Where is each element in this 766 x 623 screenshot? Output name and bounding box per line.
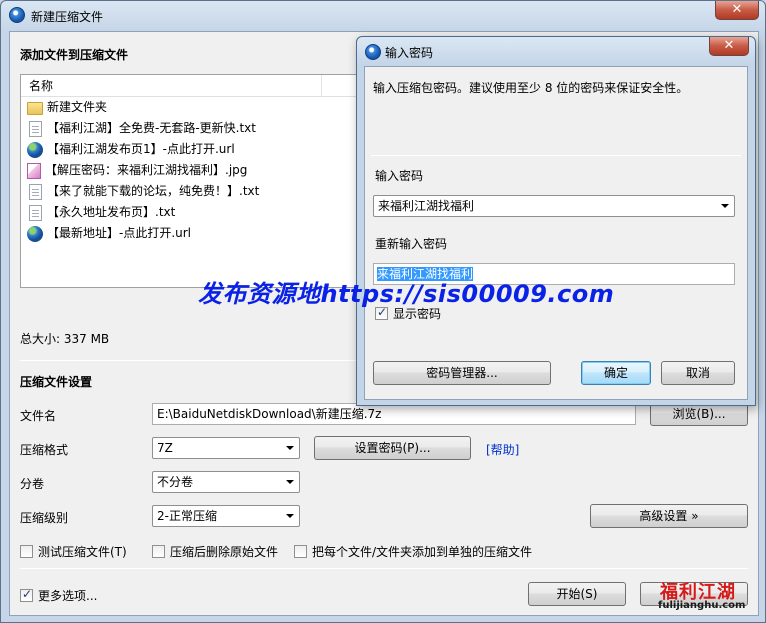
checkbox-label: 测试压缩文件(T) xyxy=(38,545,127,559)
file-name: 【福利江湖发布页1】-点此打开.url xyxy=(47,142,235,156)
more-options-checkbox[interactable]: 更多选项... xyxy=(20,587,97,604)
split-select[interactable]: 不分卷 xyxy=(152,471,300,493)
file-row[interactable]: 【福利江湖】全免费-无套路-更新快.txt xyxy=(21,118,365,139)
file-name: 新建文件夹 xyxy=(47,100,108,114)
divider xyxy=(371,155,741,156)
password-manager-button[interactable]: 密码管理器... xyxy=(373,361,551,385)
level-label: 压缩级别 xyxy=(20,511,69,525)
dialog-close-button[interactable]: ✕ xyxy=(709,37,749,56)
format-label: 压缩格式 xyxy=(20,443,69,457)
file-name: 【解压密码：来福利江湖找福利】.jpg xyxy=(45,163,248,177)
logo-url: fulijianghu.com xyxy=(658,600,746,611)
test-archive-checkbox[interactable]: 测试压缩文件(T) xyxy=(20,543,127,560)
file-row[interactable]: 【永久地址发布页】.txt xyxy=(21,202,365,223)
cancel-button[interactable]: 取消 xyxy=(661,361,735,385)
chevron-down-icon xyxy=(286,514,294,518)
level-select[interactable]: 2-正常压缩 xyxy=(152,505,300,527)
checkbox-box[interactable] xyxy=(20,545,33,558)
text-file-icon xyxy=(29,204,42,221)
file-row[interactable]: 【最新地址】-点此打开.url xyxy=(21,223,365,244)
column-name-header[interactable]: 名称 xyxy=(29,79,53,93)
brand-logo: 福利江湖 fulijianghu.com xyxy=(652,578,760,618)
separate-archives-checkbox[interactable]: 把每个文件/文件夹添加到单独的压缩文件 xyxy=(294,543,532,560)
checkbox-box[interactable] xyxy=(294,545,307,558)
globe-icon xyxy=(27,225,43,242)
folder-icon xyxy=(27,102,43,115)
filename-label: 文件名 xyxy=(20,409,57,423)
file-row[interactable]: 【福利江湖发布页1】-点此打开.url xyxy=(21,139,365,160)
checkbox-label: 更多选项... xyxy=(38,589,98,603)
file-row[interactable]: 新建文件夹 xyxy=(21,97,365,118)
advanced-settings-button[interactable]: 高级设置 » xyxy=(590,504,748,528)
file-list[interactable]: 名称 新建文件夹【福利江湖】全免费-无套路-更新快.txt 【福利江湖发布页1】-… xyxy=(20,74,366,288)
dialog-panel: 输入压缩包密码。建议使用至少 8 位的密码来保证安全性。 输入密码 来福利江湖找… xyxy=(364,66,748,400)
password-dialog: 输入密码 ✕ 输入压缩包密码。建议使用至少 8 位的密码来保证安全性。 输入密码… xyxy=(356,36,756,406)
chevron-down-icon xyxy=(286,480,294,484)
password-value: 来福利江湖找福利 xyxy=(378,199,475,213)
set-password-button[interactable]: 设置密码(P)... xyxy=(314,436,471,460)
password-label: 输入密码 xyxy=(375,169,424,183)
text-file-icon xyxy=(29,120,42,137)
list-header[interactable]: 名称 xyxy=(21,75,365,97)
divider xyxy=(20,568,748,569)
repeat-password-label: 重新输入密码 xyxy=(375,237,448,251)
file-name: 【永久地址发布页】.txt xyxy=(47,205,176,219)
total-size: 总大小: 337 MB xyxy=(20,332,110,346)
file-rows: 新建文件夹【福利江湖】全免费-无套路-更新快.txt 【福利江湖发布页1】-点此打… xyxy=(21,97,365,244)
checkbox-label: 把每个文件/文件夹添加到单独的压缩文件 xyxy=(312,545,533,559)
text-file-icon xyxy=(29,183,42,200)
split-value: 不分卷 xyxy=(157,475,194,489)
dialog-title-bar[interactable]: 输入密码 ✕ xyxy=(357,37,755,67)
image-file-icon xyxy=(27,162,41,179)
split-label: 分卷 xyxy=(20,477,45,491)
settings-title: 压缩文件设置 xyxy=(20,375,93,389)
file-name: 【最新地址】-点此打开.url xyxy=(47,226,192,240)
app-logo-icon xyxy=(365,44,381,60)
close-button[interactable]: ✕ xyxy=(715,1,759,20)
file-name: 【福利江湖】全免费-无套路-更新快.txt xyxy=(47,121,256,135)
password-hint: 输入压缩包密码。建议使用至少 8 位的密码来保证安全性。 xyxy=(373,81,689,95)
checkbox-box-checked[interactable] xyxy=(20,587,33,602)
start-button[interactable]: 开始(S) xyxy=(528,582,626,606)
window-title: 新建压缩文件 xyxy=(31,10,104,24)
chevron-down-icon xyxy=(721,204,729,208)
password-input[interactable]: 来福利江湖找福利 xyxy=(373,195,735,217)
dialog-title: 输入密码 xyxy=(385,46,434,60)
format-select[interactable]: 7Z xyxy=(152,437,300,459)
filename-input[interactable]: E:\BaiduNetdiskDownload\新建压缩.7z xyxy=(152,403,636,425)
add-files-title: 添加文件到压缩文件 xyxy=(20,48,129,62)
level-value: 2-正常压缩 xyxy=(157,509,217,523)
title-bar[interactable]: 新建压缩文件 ✕ xyxy=(1,1,765,31)
file-name: 【来了就能下载的论坛，纯免费！】.txt xyxy=(47,184,260,198)
ok-button[interactable]: 确定 xyxy=(581,361,651,385)
chevron-down-icon xyxy=(286,446,294,450)
column-separator[interactable] xyxy=(321,75,322,97)
app-logo-icon xyxy=(9,7,25,23)
format-value: 7Z xyxy=(157,441,173,455)
globe-icon xyxy=(27,141,43,158)
checkbox-label: 压缩后删除原始文件 xyxy=(170,545,279,559)
checkbox-box[interactable] xyxy=(152,545,165,558)
delete-after-checkbox[interactable]: 压缩后删除原始文件 xyxy=(152,543,278,560)
file-row[interactable]: 【来了就能下载的论坛，纯免费！】.txt xyxy=(21,181,365,202)
watermark-text: 发布资源地https://sis00009.com xyxy=(198,280,615,308)
file-row[interactable]: 【解压密码：来福利江湖找福利】.jpg xyxy=(21,160,365,181)
help-link[interactable]: [帮助] xyxy=(486,441,519,458)
